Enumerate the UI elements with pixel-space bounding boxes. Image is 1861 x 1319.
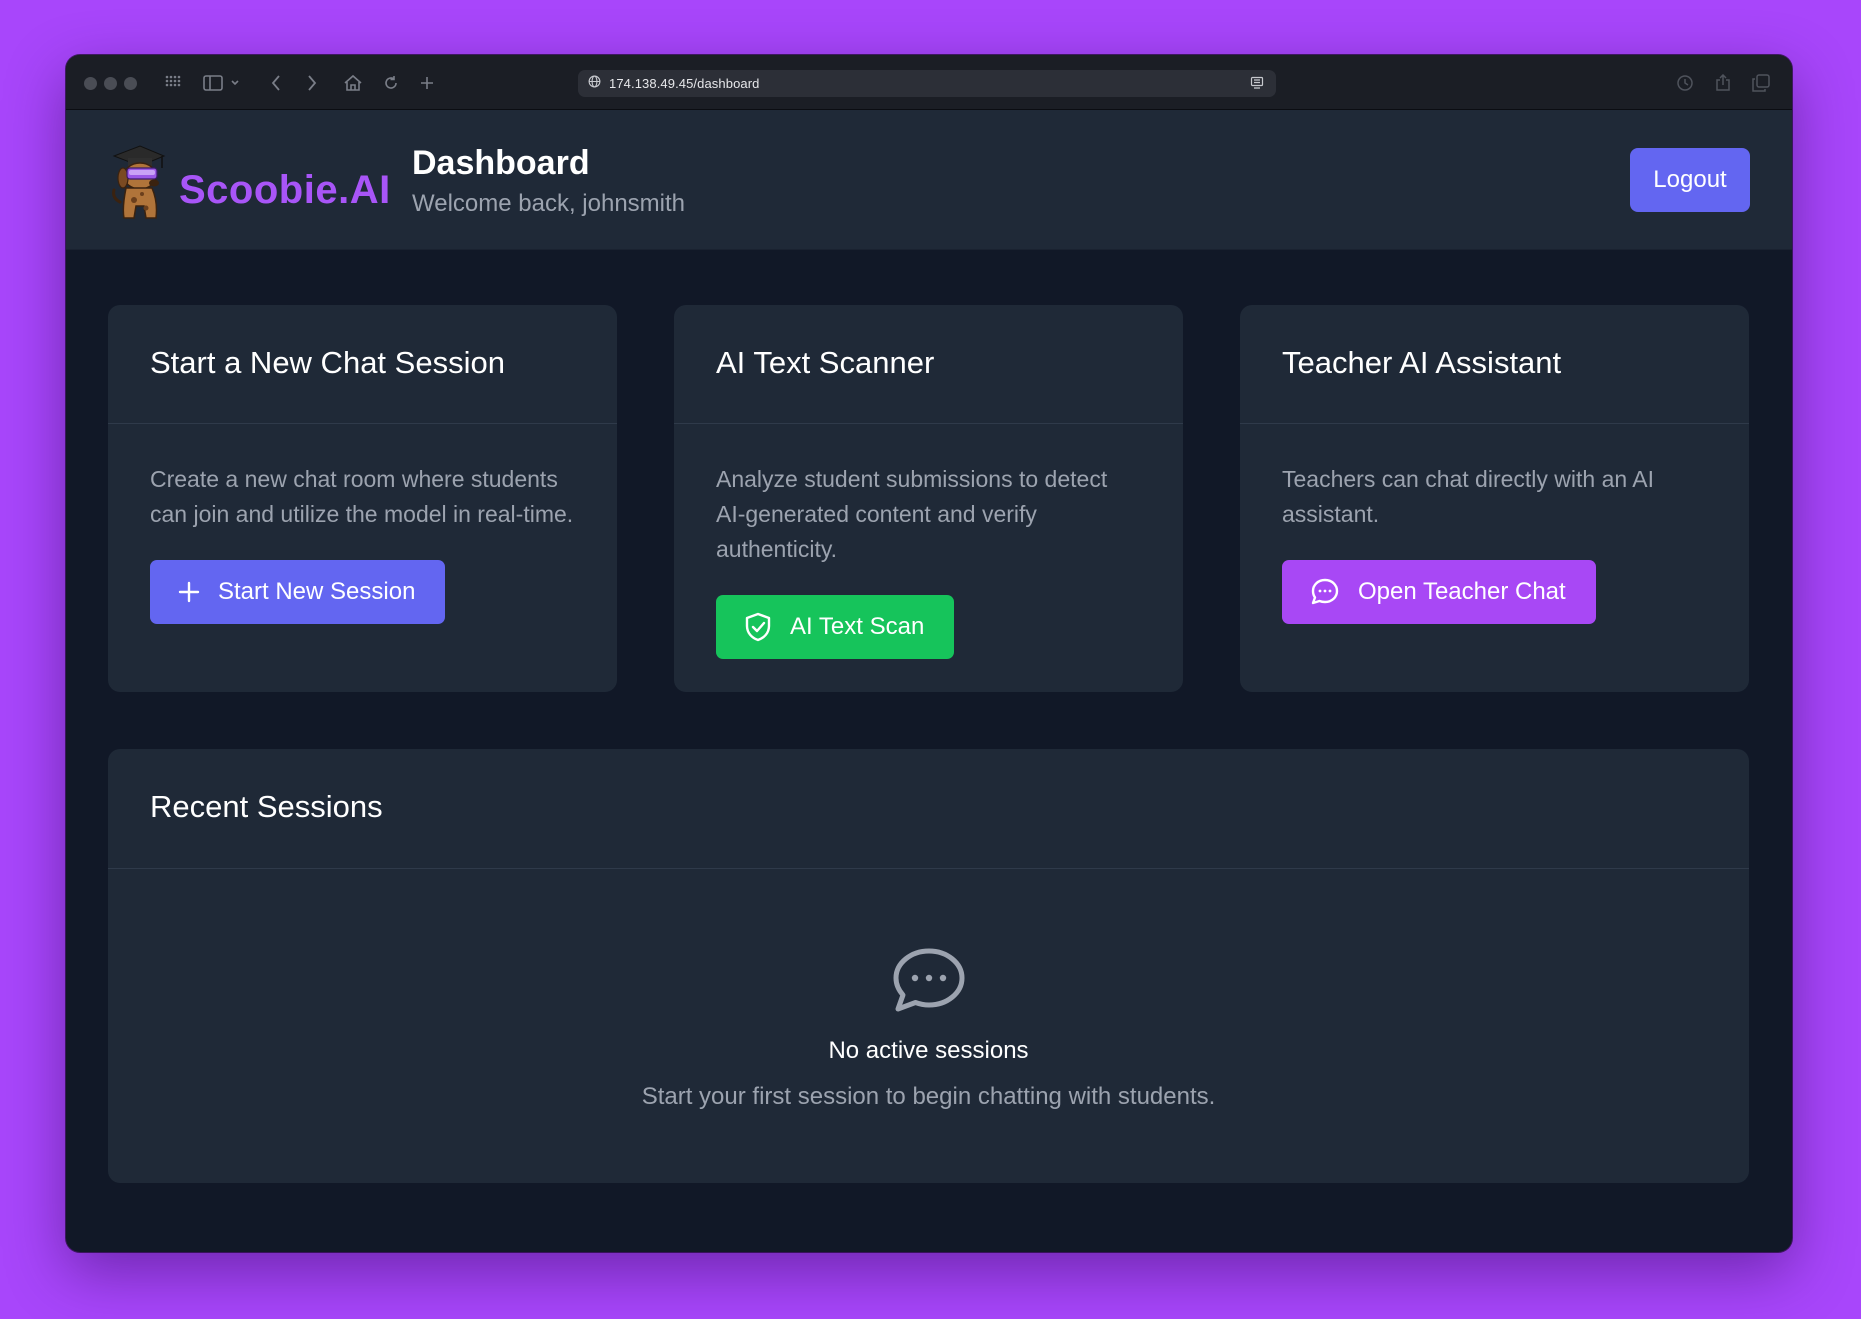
reader-mode-icon[interactable] [1250, 76, 1264, 95]
card-description: Teachers can chat directly with an AI as… [1282, 466, 1655, 527]
card-header: Start a New Chat Session [108, 305, 617, 424]
card-body: Analyze student submissions to detect AI… [674, 424, 1183, 659]
card-header: Teacher AI Assistant [1240, 305, 1749, 424]
logout-button[interactable]: Logout [1630, 148, 1750, 212]
page-title: Dashboard [412, 144, 590, 182]
app-header: Scoobie.AI Dashboard Welcome back, johns… [66, 110, 1792, 250]
chat-bubble-icon [1310, 577, 1340, 607]
browser-window: 174.138.49.45/dashboard Scoobie.AI Dashb… [66, 55, 1792, 1252]
home-icon[interactable] [340, 71, 366, 95]
card-description: Create a new chat room where students ca… [150, 466, 574, 527]
shield-check-icon [744, 612, 772, 642]
ai-text-scan-button[interactable]: AI Text Scan [716, 595, 955, 659]
card-title: AI Text Scanner [716, 345, 935, 380]
button-label: AI Text Scan [790, 613, 925, 640]
open-teacher-chat-button[interactable]: Open Teacher Chat [1282, 560, 1596, 624]
browser-toolbar: 174.138.49.45/dashboard [66, 55, 1792, 110]
new-chat-session-card: Start a New Chat Session Create a new ch… [108, 305, 617, 692]
window-minimize-button[interactable] [104, 77, 117, 90]
chevron-down-icon[interactable] [228, 71, 242, 95]
globe-icon [588, 75, 601, 93]
button-label: Open Teacher Chat [1358, 578, 1566, 605]
forward-icon[interactable] [300, 71, 324, 95]
card-body: Teachers can chat directly with an AI as… [1240, 424, 1749, 624]
empty-state-subtitle: Start your first session to begin chatti… [641, 1083, 1216, 1110]
address-bar[interactable]: 174.138.49.45/dashboard [578, 70, 1276, 97]
card-header: AI Text Scanner [674, 305, 1183, 424]
brand-name[interactable]: Scoobie.AI [179, 168, 391, 213]
start-new-session-button[interactable]: Start New Session [150, 560, 446, 624]
card-description: Analyze student submissions to detect AI… [716, 466, 1108, 562]
button-label: Start New Session [218, 578, 416, 605]
ai-text-scanner-card: AI Text Scanner Analyze student submissi… [674, 305, 1183, 692]
back-icon[interactable] [264, 71, 288, 95]
window-close-button[interactable] [84, 77, 97, 90]
empty-state-title: No active sessions [828, 1037, 1029, 1064]
plus-icon [178, 581, 200, 603]
share-icon[interactable] [1712, 71, 1734, 95]
url-text: 174.138.49.45/dashboard [609, 76, 760, 91]
sidebar-toggle-icon[interactable] [200, 71, 226, 95]
card-title: Start a New Chat Session [150, 345, 505, 380]
scoobie-logo[interactable] [108, 142, 166, 222]
new-tab-icon[interactable] [416, 71, 438, 95]
recent-sessions-panel: Recent Sessions No active sessions Start… [108, 749, 1749, 1183]
tab-overview-icon[interactable] [160, 71, 186, 95]
window-zoom-button[interactable] [124, 77, 137, 90]
chat-bubble-icon [108, 947, 1749, 1015]
teacher-ai-assistant-card: Teacher AI Assistant Teachers can chat d… [1240, 305, 1749, 692]
tabs-overview-icon[interactable] [1750, 71, 1772, 95]
card-title: Teacher AI Assistant [1282, 345, 1562, 380]
history-icon[interactable] [1674, 71, 1696, 95]
empty-state: No active sessions Start your first sess… [108, 869, 1749, 1111]
welcome-message: Welcome back, johnsmith [412, 190, 685, 217]
recent-sessions-header: Recent Sessions [108, 749, 1749, 869]
card-body: Create a new chat room where students ca… [108, 424, 617, 624]
reload-icon[interactable] [380, 71, 402, 95]
recent-sessions-title: Recent Sessions [150, 789, 383, 824]
